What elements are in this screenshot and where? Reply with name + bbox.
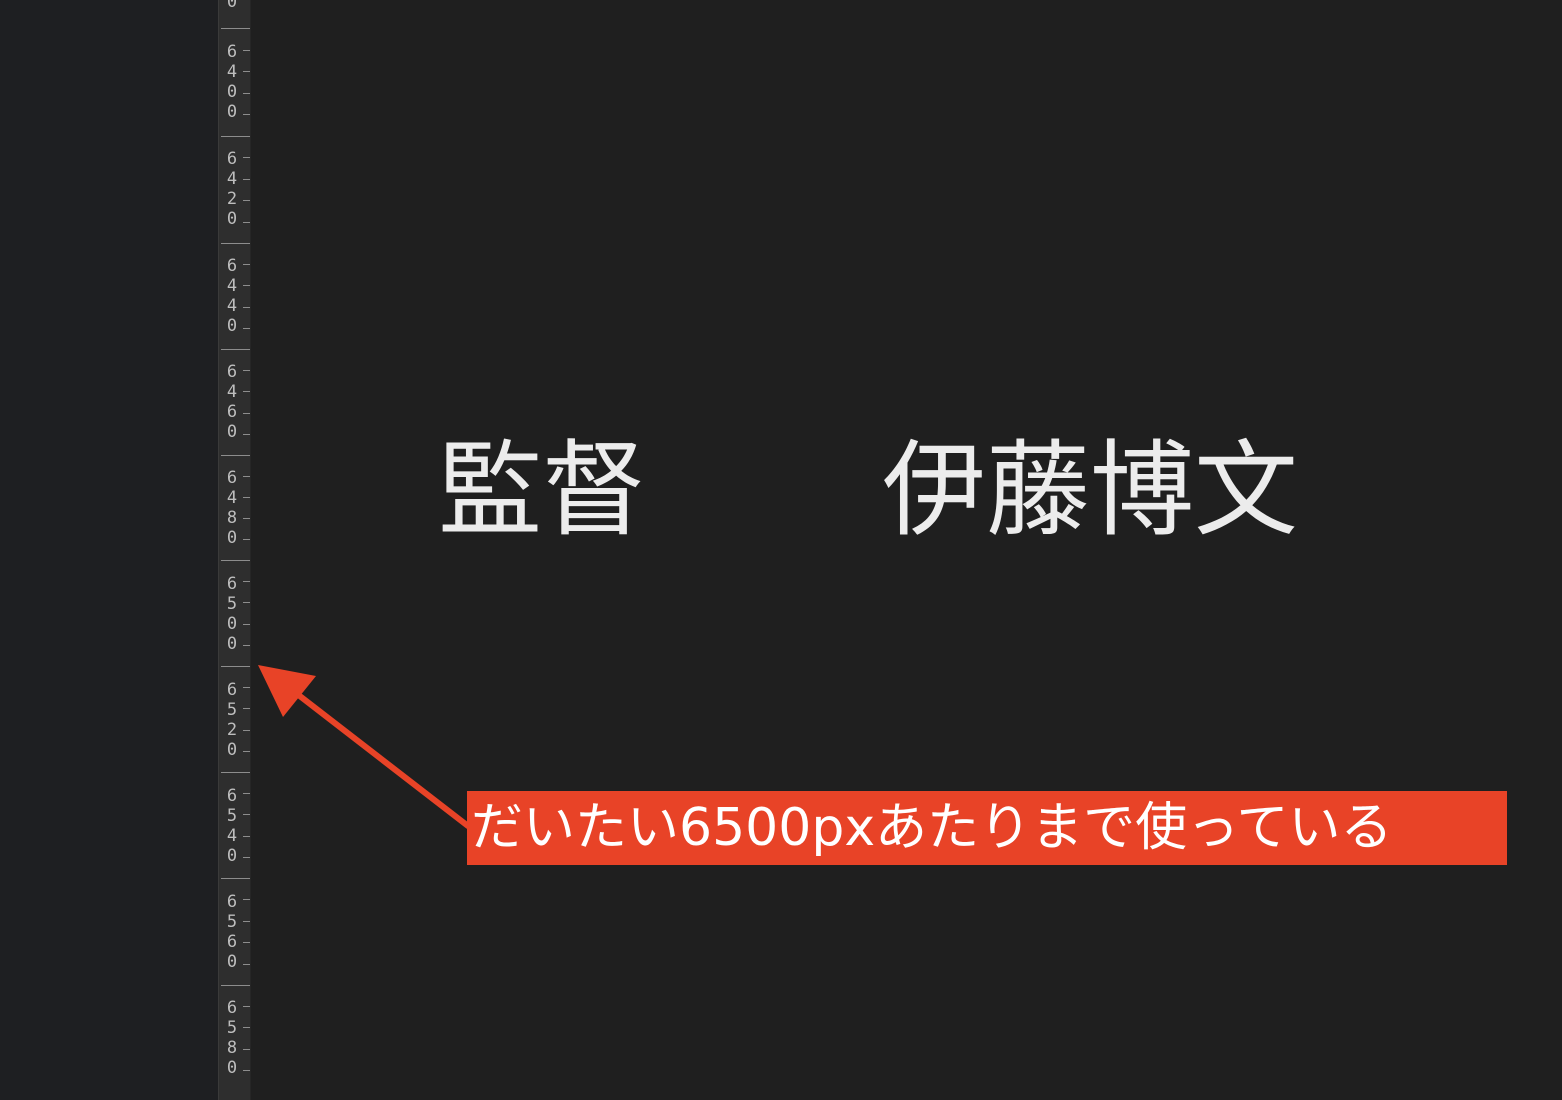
ruler-minor-tick bbox=[243, 71, 250, 72]
ruler-minor-tick bbox=[243, 222, 250, 223]
ruler-label: 6560 bbox=[226, 892, 238, 972]
ruler-minor-tick bbox=[243, 1049, 250, 1050]
ruler-minor-tick bbox=[243, 539, 250, 540]
ruler-minor-tick bbox=[243, 518, 250, 519]
ruler-major-tick bbox=[221, 349, 250, 350]
credit-role-text: 監督 bbox=[438, 429, 647, 551]
ruler-minor-tick bbox=[243, 200, 250, 201]
ruler-label-partial: 0 bbox=[226, 0, 238, 12]
ruler-major-tick bbox=[221, 666, 250, 667]
ruler-minor-tick bbox=[243, 602, 250, 603]
ruler-minor-tick bbox=[243, 793, 250, 794]
ruler-minor-tick bbox=[243, 370, 250, 371]
ruler-major-tick bbox=[221, 878, 250, 879]
ruler-major-tick bbox=[221, 560, 250, 561]
ruler-minor-tick bbox=[243, 434, 250, 435]
ruler-label: 6540 bbox=[226, 786, 238, 866]
ruler-minor-tick bbox=[243, 93, 250, 94]
ruler-minor-tick bbox=[243, 624, 250, 625]
ruler-label: 6420 bbox=[226, 149, 238, 229]
ruler-major-tick bbox=[221, 136, 250, 137]
ruler-minor-tick bbox=[243, 264, 250, 265]
ruler-label: 6580 bbox=[226, 998, 238, 1078]
ruler-label: 6440 bbox=[226, 256, 238, 336]
ruler-minor-tick bbox=[243, 179, 250, 180]
ruler-minor-tick bbox=[243, 285, 250, 286]
ruler-minor-tick bbox=[243, 581, 250, 582]
ruler-label: 6520 bbox=[226, 680, 238, 760]
ruler-minor-tick bbox=[243, 687, 250, 688]
ruler-minor-tick bbox=[243, 413, 250, 414]
ruler-minor-tick bbox=[243, 1070, 250, 1071]
ruler-minor-tick bbox=[243, 942, 250, 943]
ruler-minor-tick bbox=[243, 391, 250, 392]
ruler-major-tick bbox=[221, 243, 250, 244]
ruler-minor-tick bbox=[243, 645, 250, 646]
ruler-minor-tick bbox=[243, 476, 250, 477]
ruler-minor-tick bbox=[243, 921, 250, 922]
ruler-minor-tick bbox=[243, 50, 250, 51]
ruler-minor-tick bbox=[243, 157, 250, 158]
ruler-label: 6460 bbox=[226, 362, 238, 442]
ruler-minor-tick bbox=[243, 857, 250, 858]
ruler-minor-tick bbox=[243, 1006, 250, 1007]
ruler-label: 6500 bbox=[226, 574, 238, 654]
ruler-minor-tick bbox=[243, 1027, 250, 1028]
ruler-minor-tick bbox=[243, 751, 250, 752]
ruler-minor-tick bbox=[243, 708, 250, 709]
ruler-major-tick bbox=[221, 985, 250, 986]
ruler-minor-tick bbox=[243, 899, 250, 900]
ruler-label: 6400 bbox=[226, 42, 238, 122]
ruler-minor-tick bbox=[243, 307, 250, 308]
ruler-label: 6480 bbox=[226, 468, 238, 548]
annotation-label: だいたい6500pxあたりまで使っている bbox=[467, 791, 1507, 865]
ruler-major-tick bbox=[221, 28, 250, 29]
ruler-minor-tick bbox=[243, 730, 250, 731]
left-sidebar-panel bbox=[0, 0, 218, 1100]
credit-name-text: 伊藤博文 bbox=[882, 429, 1299, 551]
ruler-minor-tick bbox=[243, 964, 250, 965]
ruler-major-tick bbox=[221, 455, 250, 456]
ruler-minor-tick bbox=[243, 814, 250, 815]
vertical-ruler[interactable]: 0 6400 6420 6440 6460 6480 6500 6520 654… bbox=[218, 0, 251, 1100]
ruler-minor-tick bbox=[243, 114, 250, 115]
ruler-major-tick bbox=[221, 772, 250, 773]
ruler-minor-tick bbox=[243, 328, 250, 329]
ruler-minor-tick bbox=[243, 836, 250, 837]
ruler-minor-tick bbox=[243, 497, 250, 498]
